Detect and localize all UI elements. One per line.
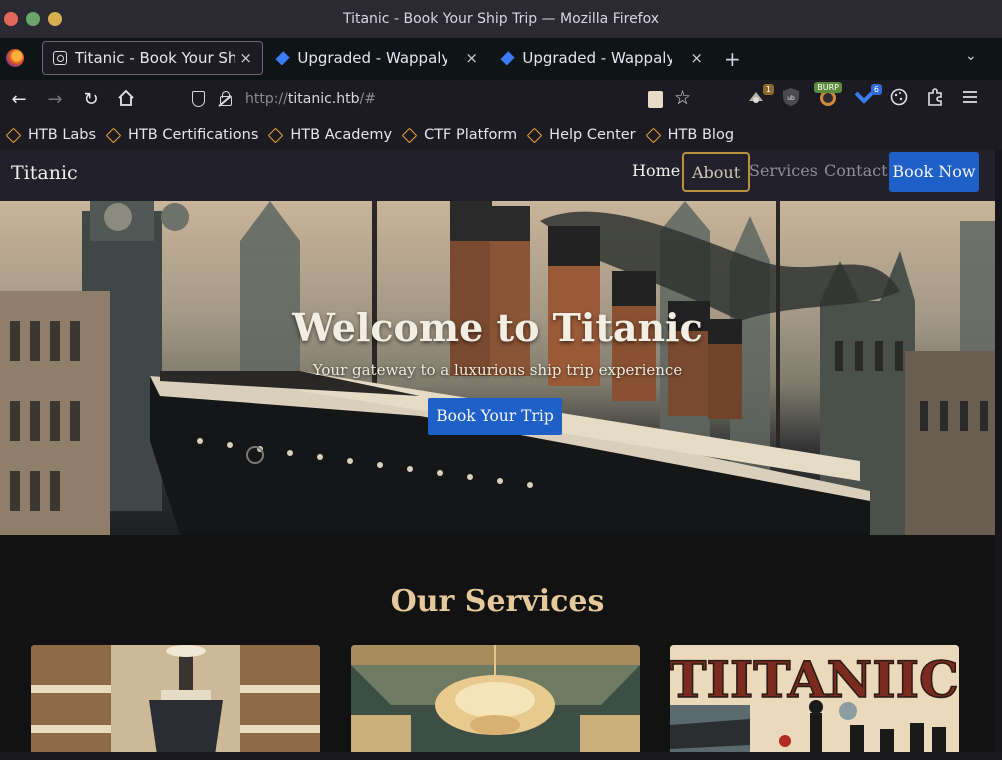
bookmark-htb-labs[interactable]: HTB Labs	[5, 127, 97, 143]
url-suffix: /#	[359, 91, 376, 107]
site-brand[interactable]: Titanic	[11, 162, 78, 184]
service-card-titanic-poster[interactable]: TIITANIIC	[670, 645, 959, 752]
bookmark-label: HTB Academy	[290, 127, 393, 143]
list-all-tabs-icon[interactable]: ⌄	[965, 48, 977, 64]
service-card-deck[interactable]	[31, 645, 320, 752]
bookmark-ctf-platform[interactable]: CTF Platform	[401, 127, 518, 143]
bookmark-htb-academy[interactable]: HTB Academy	[268, 127, 393, 143]
service-card-dining[interactable]	[351, 645, 640, 752]
extension-badge: BURP	[814, 82, 842, 93]
wappalyzer-icon[interactable]: 6	[854, 84, 882, 109]
insecure-lock-icon[interactable]	[220, 91, 232, 106]
url-host: titanic.htb	[287, 91, 360, 107]
page-scrollbar[interactable]	[995, 150, 1002, 752]
close-tab-icon[interactable]: ×	[690, 49, 703, 67]
bookmark-label: HTB Certifications	[128, 127, 259, 143]
site-navbar: Titanic Home About Services Contact Book…	[0, 150, 995, 201]
hexagon-box-icon	[645, 127, 661, 143]
nav-services-link[interactable]: Services	[741, 152, 826, 192]
extension-badge: 6	[870, 84, 882, 95]
new-tab-button[interactable]: +	[724, 47, 741, 71]
bookmark-help-center[interactable]: Help Center	[526, 127, 636, 143]
close-tab-icon[interactable]: ×	[465, 49, 478, 67]
nav-contact-link[interactable]: Contact	[816, 152, 896, 192]
nav-home-link[interactable]: Home	[624, 152, 688, 192]
service-card-image	[31, 645, 320, 752]
hexagon-box-icon	[401, 127, 418, 143]
navigation-toolbar: ← → ↻ http://titanic.htb/#	[0, 80, 1002, 120]
tab-label: Upgraded - Wappalyzer	[297, 49, 448, 67]
window-title: Titanic - Book Your Ship Trip — Mozilla …	[342, 11, 660, 27]
burp-proxy-icon[interactable]: BURP	[814, 82, 842, 109]
tab-wappalyzer-1[interactable]: Upgraded - Wappalyzer ×	[268, 41, 488, 75]
svg-text:ub: ub	[787, 95, 795, 102]
tab-wappalyzer-2[interactable]: Upgraded - Wappalyzer ×	[493, 41, 713, 75]
page-viewport: Titanic Home About Services Contact Book…	[0, 150, 995, 752]
tab-titanic[interactable]: Titanic - Book Your Ship T ×	[42, 41, 263, 75]
page-favicon-icon	[53, 51, 67, 65]
extension-badge: 1	[762, 84, 774, 95]
close-tab-icon[interactable]: ×	[239, 49, 252, 67]
back-arrow-icon[interactable]: ←	[8, 89, 30, 111]
service-card-image: TIITANIIC	[670, 645, 959, 752]
url-scheme: http://	[245, 91, 288, 107]
services-heading: Our Services	[390, 584, 605, 619]
hexagon-box-icon	[105, 127, 122, 143]
nav-about-link[interactable]: About	[682, 152, 751, 192]
poster-title-text: TIITANIIC	[670, 650, 959, 709]
hero-section: Welcome to Titanic Your gateway to a lux…	[0, 201, 995, 535]
notes-extension-icon[interactable]: 1	[746, 84, 774, 109]
bookmark-star-icon[interactable]: ☆	[674, 87, 691, 109]
forward-arrow-icon[interactable]: →	[44, 89, 66, 111]
hero-subtitle: Your gateway to a luxurious ship trip ex…	[312, 361, 683, 379]
hexagon-box-icon	[268, 127, 284, 143]
bookmark-label: Help Center	[549, 127, 636, 143]
wappalyzer-favicon-icon	[275, 50, 290, 66]
bookmark-label: HTB Blog	[667, 127, 735, 143]
hexagon-box-icon	[5, 127, 22, 143]
url-text[interactable]: http://titanic.htb/#	[245, 91, 376, 107]
hexagon-box-icon	[526, 127, 543, 143]
bookmark-label: HTB Labs	[28, 127, 97, 143]
extensions-puzzle-icon[interactable]	[925, 87, 947, 109]
window-bottom-edge	[0, 752, 1002, 760]
ublock-icon[interactable]: ub	[782, 87, 804, 109]
home-icon[interactable]	[115, 89, 137, 111]
tracking-protection-shield-icon[interactable]	[192, 91, 205, 107]
wappalyzer-favicon-icon	[500, 50, 515, 66]
bookmark-htb-blog[interactable]: HTB Blog	[645, 127, 735, 143]
bookmarks-toolbar: HTB Labs HTB Certifications HTB Academy …	[0, 120, 1002, 150]
tab-strip: Titanic - Book Your Ship T × Upgraded - …	[0, 38, 1002, 80]
book-your-trip-button[interactable]: Book Your Trip	[428, 398, 562, 435]
reader-view-icon[interactable]	[648, 91, 663, 108]
bookmark-htb-certifications[interactable]: HTB Certifications	[105, 127, 259, 143]
service-card-image	[351, 645, 640, 752]
bookmark-label: CTF Platform	[424, 127, 518, 143]
window-titlebar: Titanic - Book Your Ship Trip — Mozilla …	[0, 0, 1002, 38]
book-now-button[interactable]: Book Now	[889, 152, 979, 192]
url-bar[interactable]: http://titanic.htb/#	[186, 86, 706, 114]
firefox-menu-icon[interactable]	[6, 49, 24, 67]
cookie-icon[interactable]	[889, 87, 911, 109]
hero-title: Welcome to Titanic	[292, 305, 703, 350]
reload-icon[interactable]: ↻	[80, 89, 102, 111]
tab-label: Titanic - Book Your Ship T	[74, 49, 236, 67]
tab-label: Upgraded - Wappalyzer	[522, 49, 673, 67]
hamburger-menu-icon[interactable]	[961, 87, 983, 109]
